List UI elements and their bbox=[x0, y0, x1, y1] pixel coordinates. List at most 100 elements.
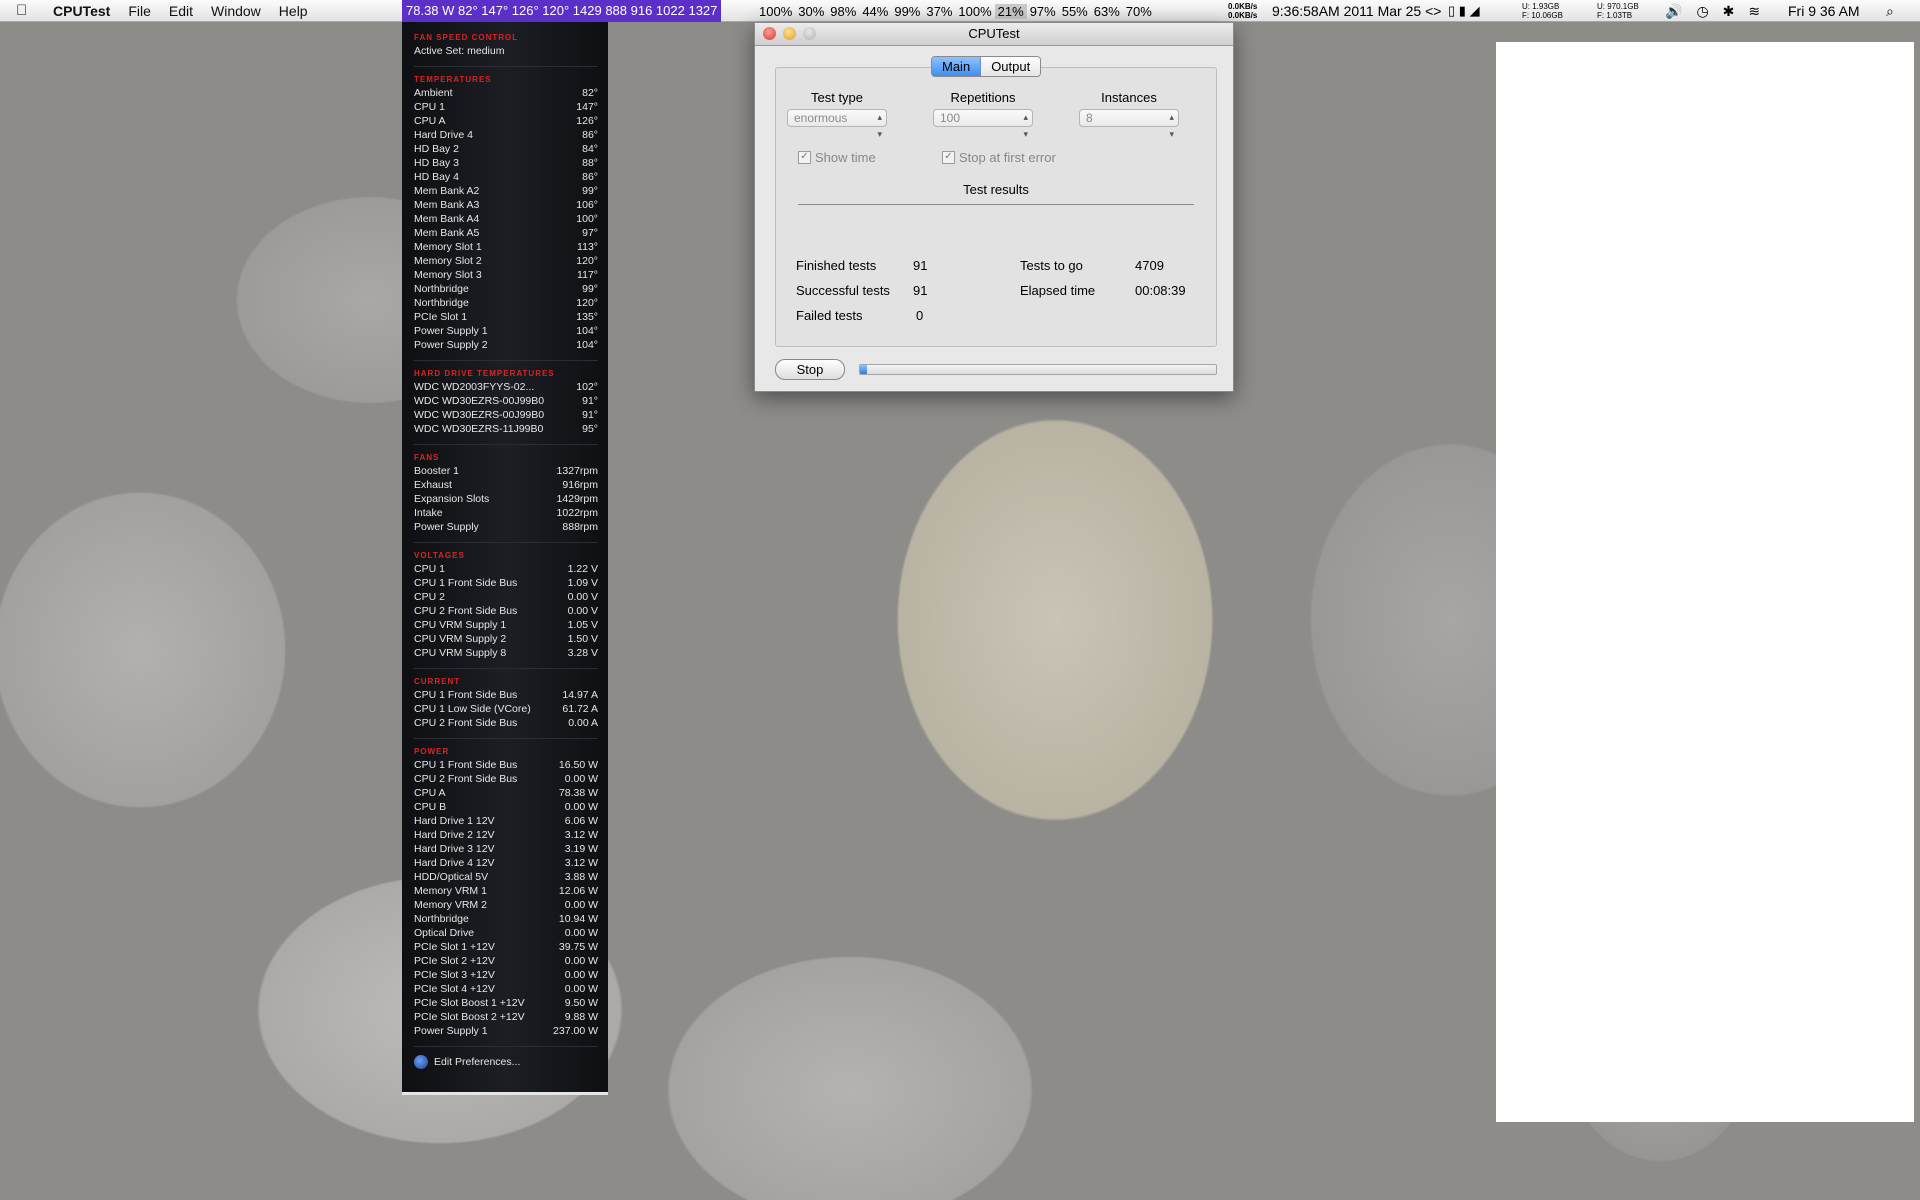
sensor-value: 135° bbox=[576, 311, 598, 323]
tab-main[interactable]: Main bbox=[932, 57, 982, 76]
status-icons[interactable]: ▯ ▮ ◢ bbox=[1448, 0, 1480, 22]
successful-label: Successful tests bbox=[796, 283, 890, 298]
sensor-name: Hard Drive 3 12V bbox=[414, 843, 495, 855]
sensor-name: PCIe Slot 1 bbox=[414, 311, 468, 323]
sensor-name: Booster 1 bbox=[414, 465, 459, 477]
sensor-row: Northbridge 99° bbox=[414, 282, 598, 296]
window-titlebar[interactable]: CPUTest bbox=[755, 23, 1233, 46]
fans-section: FANS Booster 1 1327rpm Exhaust 916rpm Expans… bbox=[414, 452, 598, 543]
app-menu[interactable]: CPUTest bbox=[44, 0, 119, 22]
sensor-row: WDC WD2003FYYS-02... 102° bbox=[414, 380, 598, 394]
istat-ticker[interactable]: 78.38 W 82° 147° 126° 120° 1429 888 916 … bbox=[402, 0, 722, 22]
section-heading: POWER bbox=[414, 747, 450, 756]
sensor-name: CPU 1 bbox=[414, 563, 445, 575]
sensor-value: 78.38 W bbox=[558, 787, 598, 799]
sensor-value: 82° bbox=[582, 87, 598, 99]
datetime-text: 9:36:58AM 2011 Mar 25 bbox=[1272, 3, 1422, 19]
sensor-row: Mem Bank A3 106° bbox=[414, 198, 598, 212]
stop-button[interactable]: Stop bbox=[775, 359, 845, 380]
sensor-name: CPU 1 bbox=[414, 101, 445, 113]
sensor-row: PCIe Slot 2 +12V 0.00 W bbox=[414, 954, 598, 968]
sensor-row: Ambient 82° bbox=[414, 86, 598, 100]
network-speed[interactable]: 0.0KB/s 0.0KB/s bbox=[1228, 2, 1257, 20]
instances-group: Instances 8 ▴ ▾ bbox=[1074, 90, 1184, 139]
stop-first-error-checkbox[interactable]: ✓ Stop at first error bbox=[942, 150, 1056, 165]
sensor-name: Northbridge bbox=[414, 283, 469, 295]
sensor-row: PCIe Slot 1 135° bbox=[414, 310, 598, 324]
nav-arrows[interactable]: <> bbox=[1425, 3, 1441, 19]
tab-output[interactable]: Output bbox=[981, 57, 1041, 76]
results-divider bbox=[798, 204, 1194, 205]
menu-help[interactable]: Help bbox=[270, 0, 317, 22]
sensor-value: 120° bbox=[576, 297, 598, 309]
cpu-usage-value: 70% bbox=[1125, 3, 1152, 19]
show-time-checkbox[interactable]: ✓ Show time bbox=[798, 150, 876, 165]
sensor-name: Memory Slot 3 bbox=[414, 269, 482, 281]
sensor-value: 117° bbox=[577, 269, 598, 281]
sensor-value: 14.97 A bbox=[562, 689, 598, 701]
time-machine-icon[interactable]: ◷ bbox=[1696, 0, 1708, 22]
minimize-button[interactable] bbox=[783, 27, 796, 40]
datetime-display[interactable]: 9:36:58AM 2011 Mar 25 <> bbox=[1272, 0, 1441, 22]
sensor-value: 0.00 V bbox=[567, 605, 598, 617]
sensor-name: Power Supply bbox=[414, 521, 479, 533]
apple-menu-icon[interactable]:  bbox=[16, 2, 38, 19]
sensor-value: 916rpm bbox=[562, 479, 598, 491]
sensor-row: Memory VRM 1 12.06 W bbox=[414, 884, 598, 898]
sensor-row: Northbridge 10.94 W bbox=[414, 912, 598, 926]
active-set-value: medium bbox=[467, 45, 505, 57]
menu-file[interactable]: File bbox=[119, 0, 160, 22]
sensor-value: 0.00 W bbox=[564, 969, 598, 981]
spotlight-search-icon[interactable]: ⌕ bbox=[1886, 0, 1894, 22]
cpu-usage-value: 99% bbox=[894, 3, 921, 19]
sensor-name: CPU 2 Front Side Bus bbox=[414, 773, 518, 785]
sensor-value: 84° bbox=[582, 143, 598, 155]
edit-preferences-item[interactable]: Edit Preferences... bbox=[414, 1054, 598, 1070]
test-type-select[interactable]: enormous ▴ ▾ bbox=[787, 109, 887, 139]
disk1-usage[interactable]: U: 1.93GB F: 10.06GB bbox=[1522, 2, 1563, 20]
sensor-name: Power Supply 1 bbox=[414, 1025, 488, 1037]
sensor-name: PCIe Slot 3 +12V bbox=[414, 969, 495, 981]
cpu-usage-strip[interactable]: 100% 30% 98% 44% 99% 37% 100% 21% 97% 55… bbox=[756, 0, 1155, 22]
wifi-icon[interactable]: ≋ bbox=[1748, 0, 1760, 22]
finished-label: Finished tests bbox=[796, 258, 877, 273]
sensor-row: CPU A 126° bbox=[414, 114, 598, 128]
sensor-row: CPU 1 Front Side Bus 14.97 A bbox=[414, 688, 598, 702]
sensor-value: 16.50 W bbox=[558, 759, 598, 771]
sensor-value: 9.50 W bbox=[564, 997, 598, 1009]
sensor-name: Memory Slot 1 bbox=[414, 241, 482, 253]
tab-bar: Main Output bbox=[931, 56, 1042, 77]
bluetooth-icon[interactable]: ✱ bbox=[1723, 0, 1735, 22]
current-section: CURRENT CPU 1 Front Side Bus 14.97 A CPU 1… bbox=[414, 676, 598, 739]
menu-window[interactable]: Window bbox=[202, 0, 270, 22]
sensor-value: 91° bbox=[582, 409, 598, 421]
instances-label: Instances bbox=[1101, 90, 1157, 105]
volume-icon[interactable]: 🔊 bbox=[1665, 0, 1682, 22]
menu-clock[interactable]: Fri 9 36 AM bbox=[1788, 0, 1860, 22]
sensor-row: HD Bay 3 88° bbox=[414, 156, 598, 170]
sensor-row: Power Supply 2 104° bbox=[414, 338, 598, 352]
sensor-name: PCIe Slot 4 +12V bbox=[414, 983, 495, 995]
repetitions-select[interactable]: 100 ▴ ▾ bbox=[933, 109, 1033, 139]
fan-speed-section: FAN SPEED CONTROL Active Set: medium bbox=[414, 32, 598, 67]
sensor-name: CPU VRM Supply 2 bbox=[414, 633, 507, 645]
sensor-value: 126° bbox=[576, 115, 598, 127]
disk2-usage[interactable]: U: 970.1GB F: 1.03TB bbox=[1597, 2, 1639, 20]
sensor-value: 0.00 W bbox=[564, 955, 598, 967]
section-heading: FAN SPEED CONTROL bbox=[414, 33, 519, 42]
active-set[interactable]: Active Set: medium bbox=[414, 44, 598, 58]
sensor-value: 86° bbox=[582, 129, 598, 141]
power-list: CPU 1 Front Side Bus 16.50 W CPU 2 Front S… bbox=[414, 758, 598, 1038]
sensor-value: 0.00 W bbox=[564, 983, 598, 995]
section-heading: TEMPERATURES bbox=[414, 75, 492, 84]
sensor-row: Exhaust 916rpm bbox=[414, 478, 598, 492]
sensor-row: Hard Drive 3 12V 3.19 W bbox=[414, 842, 598, 856]
instances-select[interactable]: 8 ▴ ▾ bbox=[1079, 109, 1179, 139]
cpu-usage-value: 63% bbox=[1093, 3, 1120, 19]
close-button[interactable] bbox=[763, 27, 776, 40]
menu-edit[interactable]: Edit bbox=[160, 0, 202, 22]
zoom-button[interactable] bbox=[803, 27, 816, 40]
sensor-row: WDC WD30EZRS-11J99B0 95° bbox=[414, 422, 598, 436]
cpu-usage-value: 37% bbox=[926, 3, 953, 19]
sensor-name: Mem Bank A2 bbox=[414, 185, 480, 197]
